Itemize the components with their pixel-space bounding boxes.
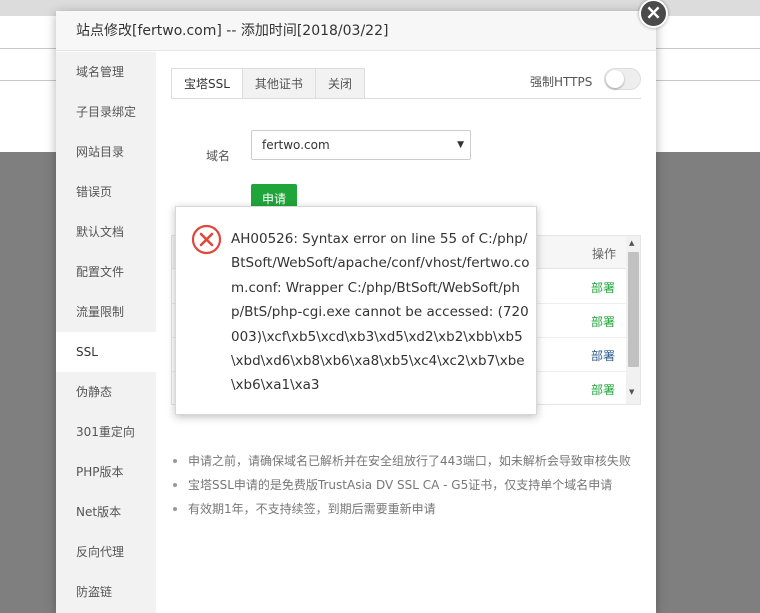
deploy-link[interactable]: 部署 <box>591 279 615 296</box>
settings-sidebar: 域名管理 子目录绑定 网站目录 错误页 默认文档 配置文件 流量限制 SSL 伪… <box>56 52 156 613</box>
deploy-link[interactable]: 部署 <box>591 381 615 398</box>
tab-baota-ssl[interactable]: 宝塔SSL <box>171 68 242 99</box>
caret-down-icon: ▼ <box>457 140 464 150</box>
sidebar-item-php-version[interactable]: PHP版本 <box>56 452 156 492</box>
scroll-up-icon[interactable]: ▲ <box>629 239 634 247</box>
modal-title: 站点修改[fertwo.com] -- 添加时间[2018/03/22] <box>56 11 656 51</box>
list-item: 申请之前，请确保域名已解析并在安全组放行了443端口，如未解析会导致审核失败 <box>171 449 651 473</box>
ssl-notes-list: 申请之前，请确保域名已解析并在安全组放行了443端口，如未解析会导致审核失败 宝… <box>171 449 651 521</box>
force-https-label: 强制HTTPS <box>530 75 593 89</box>
bullet-icon <box>173 483 177 487</box>
sidebar-item-domain-management[interactable]: 域名管理 <box>56 52 156 92</box>
sidebar-item-rewrite[interactable]: 伪静态 <box>56 372 156 412</box>
scroll-down-icon[interactable]: ▼ <box>629 388 634 396</box>
scrollbar-thumb[interactable] <box>628 252 639 367</box>
sidebar-item-subdirectory-binding[interactable]: 子目录绑定 <box>56 92 156 132</box>
error-message: AH00526: Syntax error on line 55 of C:/p… <box>231 231 530 394</box>
list-item: 宝塔SSL申请的是免费版TrustAsia DV SSL CA - G5证书，仅… <box>171 473 651 497</box>
tab-other-certificate[interactable]: 其他证书 <box>241 68 315 99</box>
force-https-toggle[interactable] <box>604 68 641 90</box>
sidebar-item-error-page[interactable]: 错误页 <box>56 172 156 212</box>
close-icon[interactable]: × <box>639 0 668 28</box>
deploy-link[interactable]: 部署 <box>591 313 615 330</box>
domain-select[interactable]: fertwo.com ▼ <box>251 130 471 160</box>
sidebar-item-default-document[interactable]: 默认文档 <box>56 212 156 252</box>
sidebar-item-net-version[interactable]: Net版本 <box>56 492 156 532</box>
sidebar-item-traffic-limit[interactable]: 流量限制 <box>56 292 156 332</box>
list-item: 有效期1年，不支持续签，到期后需要重新申请 <box>171 497 651 521</box>
sidebar-item-site-directory[interactable]: 网站目录 <box>56 132 156 172</box>
sidebar-item-hotlink-protection[interactable]: 防盗链 <box>56 572 156 612</box>
bullet-icon <box>173 459 177 463</box>
column-header-operation: 操作 <box>592 247 617 261</box>
domain-select-value: fertwo.com <box>262 138 330 152</box>
bullet-icon <box>173 507 177 511</box>
domain-label: 域名 <box>206 149 231 163</box>
tab-divider <box>171 98 641 99</box>
error-circle-x-icon <box>191 224 222 255</box>
table-scrollbar[interactable]: ▲ ▼ <box>626 236 640 404</box>
sidebar-item-reverse-proxy[interactable]: 反向代理 <box>56 532 156 572</box>
sidebar-item-301-redirect[interactable]: 301重定向 <box>56 412 156 452</box>
sidebar-item-config-file[interactable]: 配置文件 <box>56 252 156 292</box>
ssl-tabs: 宝塔SSL 其他证书 关闭 <box>171 68 365 99</box>
sidebar-item-ssl[interactable]: SSL <box>56 332 156 372</box>
deploy-link[interactable]: 部署 <box>591 347 615 364</box>
tab-close[interactable]: 关闭 <box>314 68 365 99</box>
error-popup: AH00526: Syntax error on line 55 of C:/p… <box>175 206 537 415</box>
toggle-knob <box>606 70 624 88</box>
